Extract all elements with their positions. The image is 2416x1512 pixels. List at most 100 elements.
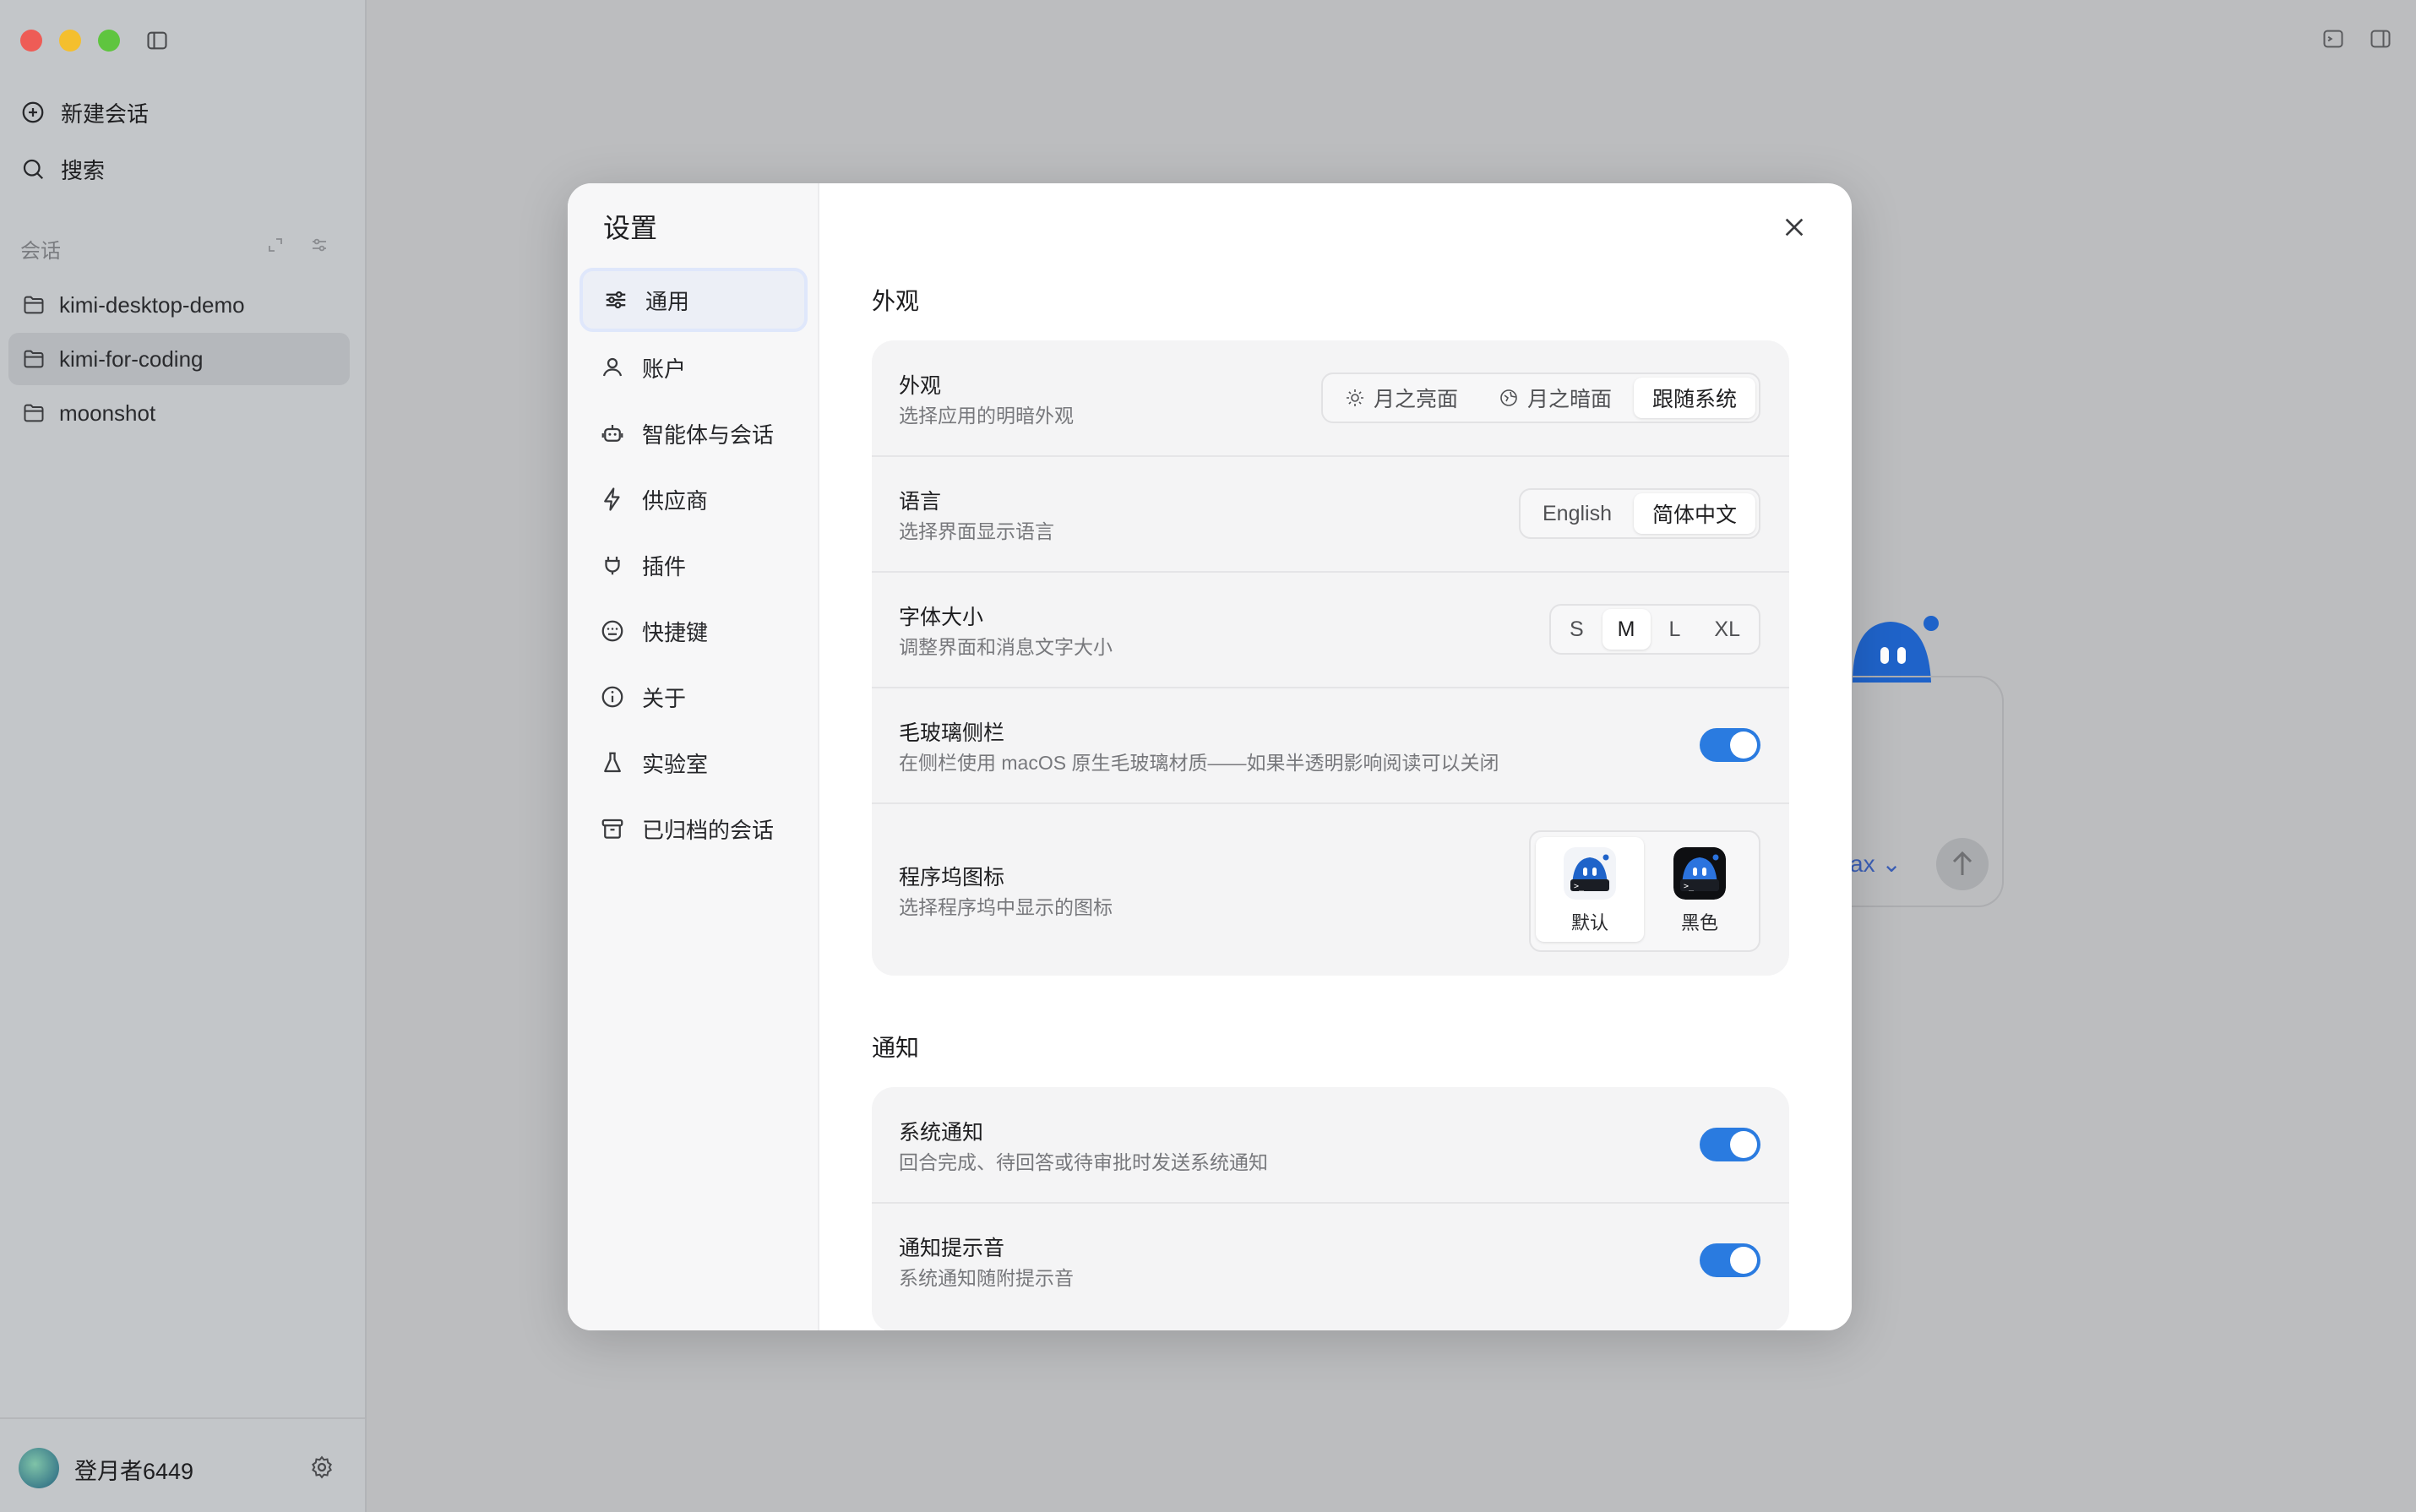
panel-toggle-icon[interactable] [2369, 27, 2392, 51]
close-window-button[interactable] [20, 30, 42, 52]
folder-icon [24, 296, 44, 314]
settings-modal: 设置 通用 账户 智能体与会话 供应商 插件 快捷键 关于 实验室 已归档的会话… [568, 183, 1852, 1330]
nav-label: 通用 [645, 288, 690, 314]
zoom-window-button[interactable] [98, 30, 120, 52]
nav-account[interactable]: 账户 [580, 335, 808, 400]
nav-about[interactable]: 关于 [580, 665, 808, 729]
notification-card: 系统通知 回合完成、待回答或待审批时发送系统通知 通知提示音 系统通知随附提示音 [872, 1087, 1789, 1330]
sessions-section-label: 会话 [20, 240, 61, 263]
notification-sound-toggle[interactable] [1700, 1243, 1760, 1277]
row-title: 语言 [899, 490, 942, 514]
folder-icon [24, 350, 44, 368]
app-icon-black: >_ [1673, 847, 1726, 900]
minimize-window-button[interactable] [59, 30, 81, 52]
row-desc: 选择程序坞中显示的图标 [899, 896, 1113, 918]
project-label: kimi-desktop-demo [59, 291, 245, 318]
folder-icon [24, 404, 44, 422]
sun-icon [1346, 389, 1363, 406]
archive-icon [601, 819, 623, 839]
sliders-icon [606, 291, 626, 309]
language-option-chinese[interactable]: 简体中文 [1633, 493, 1755, 534]
arrow-up-icon [1952, 851, 1973, 875]
nav-lab[interactable]: 实验室 [580, 731, 808, 795]
light-mode-option[interactable]: 月之亮面 [1326, 378, 1477, 418]
option-label: XL [1714, 617, 1740, 641]
expand-icon[interactable] [265, 235, 286, 255]
robot-icon [601, 425, 623, 442]
project-item[interactable]: kimi-desktop-demo [8, 279, 350, 331]
nav-shortcuts[interactable]: 快捷键 [580, 599, 808, 663]
nav-label: 实验室 [642, 751, 709, 777]
plus-circle-icon [22, 101, 44, 123]
avatar[interactable] [19, 1448, 59, 1488]
language-selector: English 简体中文 [1518, 488, 1760, 539]
nav-label: 快捷键 [642, 619, 709, 645]
language-option-english[interactable]: English [1524, 493, 1630, 534]
filter-icon[interactable] [309, 235, 329, 255]
language-row: 语言 选择界面显示语言 English 简体中文 [872, 456, 1789, 571]
row-desc: 回合完成、待回答或待审批时发送系统通知 [899, 1151, 1268, 1173]
row-title: 通知提示音 [899, 1237, 1005, 1260]
appearance-row: 外观 选择应用的明暗外观 月之亮面 月之暗面 跟随系统 [872, 340, 1789, 455]
system-notification-toggle[interactable] [1700, 1128, 1760, 1161]
font-size-option-s[interactable]: S [1554, 609, 1599, 650]
app-sidebar: 新建会话 搜索 会话 kimi-desktop-demo kimi-for-co… [0, 0, 367, 1512]
notification-group-heading: 通知 [872, 1035, 920, 1061]
row-desc: 调整界面和消息文字大小 [899, 636, 1113, 658]
nav-label: 已归档的会话 [642, 817, 775, 843]
option-label: 黑色 [1680, 912, 1718, 933]
nav-label: 智能体与会话 [642, 422, 775, 448]
nav-general[interactable]: 通用 [580, 268, 808, 332]
dock-icon-picker: >_ 默认 >_ 黑色 [1529, 830, 1760, 952]
dock-icon-option-default[interactable]: >_ 默认 [1536, 837, 1644, 942]
flask-icon [604, 752, 621, 773]
send-button[interactable] [1936, 838, 1989, 890]
font-size-option-m[interactable]: M [1602, 609, 1651, 650]
settings-title: 设置 [603, 213, 658, 243]
terminal-icon[interactable] [2321, 27, 2345, 51]
plugin-icon [605, 557, 620, 575]
nav-plugins[interactable]: 插件 [580, 533, 808, 597]
option-label: English [1542, 501, 1612, 525]
dock-icon-option-black[interactable]: >_ 黑色 [1646, 837, 1754, 942]
project-item[interactable]: kimi-for-coding [8, 333, 350, 385]
option-label: S [1569, 617, 1584, 641]
appearance-group-heading: 外观 [872, 288, 920, 314]
search-button[interactable]: 搜索 [20, 149, 105, 189]
font-size-row: 字体大小 调整界面和消息文字大小 S M L XL [872, 572, 1789, 687]
info-icon [601, 686, 623, 708]
user-footer: 登月者6449 [0, 1417, 365, 1512]
nav-label: 插件 [642, 553, 687, 579]
row-title: 程序坞图标 [899, 866, 1005, 889]
nav-providers[interactable]: 供应商 [580, 467, 808, 531]
nav-agents[interactable]: 智能体与会话 [580, 401, 808, 465]
option-label: 跟随系统 [1651, 388, 1737, 411]
font-size-option-l[interactable]: L [1654, 609, 1696, 650]
app-icon-default: >_ [1564, 847, 1616, 900]
project-item[interactable]: moonshot [8, 387, 350, 439]
row-title: 外观 [899, 374, 942, 398]
row-title: 毛玻璃侧栏 [899, 721, 1005, 745]
nav-archived[interactable]: 已归档的会话 [580, 797, 808, 861]
dock-icon-row: 程序坞图标 选择程序坞中显示的图标 >_ 默认 >_ 黑色 [872, 803, 1789, 976]
nav-label: 供应商 [642, 487, 709, 514]
frosted-sidebar-row: 毛玻璃侧栏 在侧栏使用 macOS 原生毛玻璃材质——如果半透明影响阅读可以关闭 [872, 688, 1789, 802]
keyboard-icon [601, 620, 623, 642]
row-title: 字体大小 [899, 606, 984, 629]
appearance-selector: 月之亮面 月之暗面 跟随系统 [1320, 373, 1760, 423]
nav-label: 关于 [642, 685, 687, 711]
system-notification-row: 系统通知 回合完成、待回答或待审批时发送系统通知 [872, 1087, 1789, 1202]
follow-system-option[interactable]: 跟随系统 [1633, 378, 1755, 418]
user-icon [602, 357, 623, 377]
dark-mode-option[interactable]: 月之暗面 [1480, 378, 1630, 418]
settings-nav: 设置 通用 账户 智能体与会话 供应商 插件 快捷键 关于 实验室 已归档的会话 [568, 183, 819, 1330]
project-label: kimi-for-coding [59, 345, 204, 372]
gear-icon[interactable] [309, 1455, 335, 1480]
new-chat-button[interactable]: 新建会话 [20, 92, 149, 133]
sidebar-toggle-icon[interactable] [145, 29, 169, 52]
frosted-sidebar-toggle[interactable] [1700, 728, 1760, 762]
model-selector[interactable]: ax ⌄ [1850, 850, 1902, 878]
row-desc: 选择应用的明暗外观 [899, 405, 1074, 427]
option-label: 月之亮面 [1373, 388, 1458, 411]
font-size-option-xl[interactable]: XL [1699, 609, 1755, 650]
